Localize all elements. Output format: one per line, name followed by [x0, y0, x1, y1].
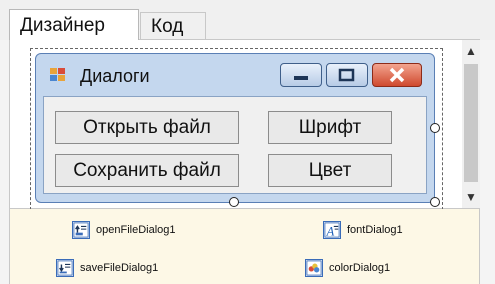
- save-file-button[interactable]: Сохранить файл: [55, 154, 239, 187]
- open-file-dialog-icon: [72, 221, 90, 239]
- open-file-button[interactable]: Открыть файл: [55, 111, 239, 144]
- scroll-thumb[interactable]: [464, 64, 478, 182]
- save-file-dialog-label: saveFileDialog1: [80, 262, 159, 274]
- resize-handle-bottom[interactable]: [229, 197, 239, 207]
- save-file-dialog-component[interactable]: saveFileDialog1: [56, 259, 158, 277]
- font-dialog-label: fontDialog1: [347, 224, 403, 236]
- close-icon: [389, 67, 405, 83]
- font-dialog-component[interactable]: A fontDialog1: [323, 221, 403, 239]
- vertical-scrollbar[interactable]: ▲ ▼: [462, 40, 480, 208]
- scroll-up-icon[interactable]: ▲: [462, 42, 480, 60]
- tab-designer[interactable]: Дизайнер: [9, 9, 139, 40]
- open-file-dialog-component[interactable]: openFileDialog1: [72, 221, 176, 239]
- minimize-icon: [294, 76, 308, 80]
- resize-handle-corner[interactable]: [430, 197, 440, 207]
- color-button[interactable]: Цвет: [268, 154, 392, 187]
- close-button[interactable]: [372, 63, 422, 87]
- form-title: Диалоги: [80, 66, 150, 86]
- tab-code[interactable]: Код: [140, 12, 206, 40]
- open-file-dialog-label: openFileDialog1: [96, 224, 176, 236]
- font-button[interactable]: Шрифт: [268, 111, 392, 144]
- save-file-dialog-icon: [56, 259, 74, 277]
- color-dialog-icon: [305, 259, 323, 277]
- form-titlebar: Диалоги: [36, 54, 434, 92]
- scroll-down-icon[interactable]: ▼: [462, 188, 480, 206]
- resize-handle-right[interactable]: [430, 123, 440, 133]
- svg-text:A: A: [326, 224, 335, 238]
- minimize-button[interactable]: [280, 63, 322, 87]
- maximize-button[interactable]: [326, 63, 368, 87]
- font-dialog-icon: A: [323, 221, 341, 239]
- color-dialog-component[interactable]: colorDialog1: [305, 259, 390, 277]
- color-dialog-label: colorDialog1: [329, 262, 391, 274]
- maximize-icon: [338, 68, 355, 82]
- form-app-icon: [50, 68, 65, 81]
